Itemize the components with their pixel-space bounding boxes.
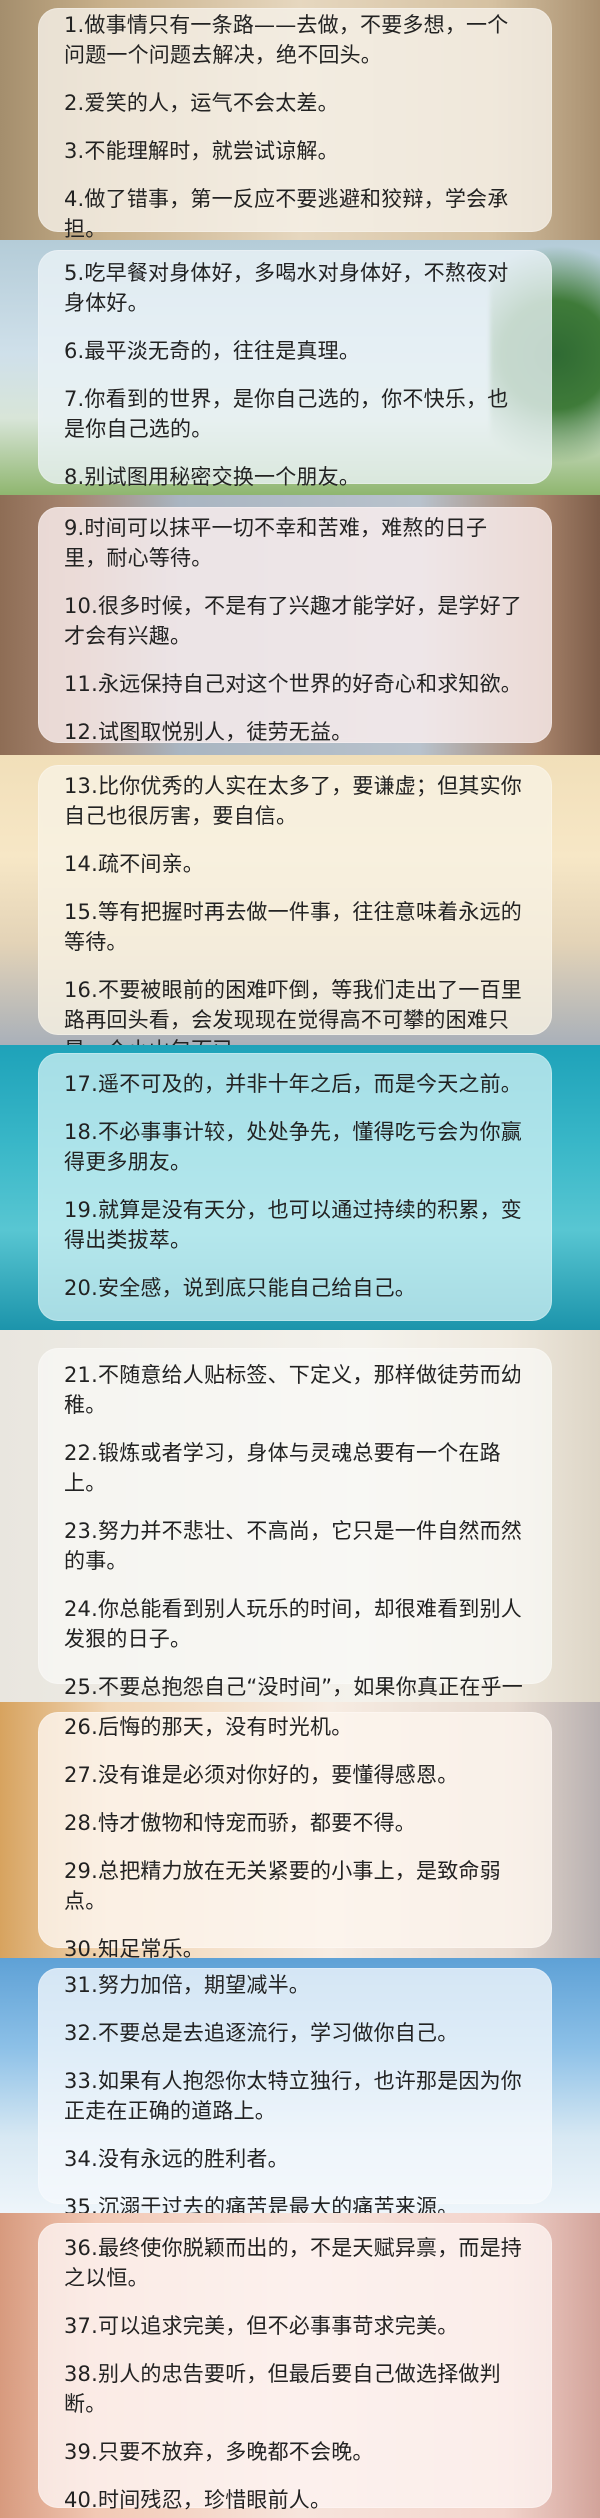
quote-item: 17.遥不可及的，并非十年之后，而是今天之前。: [64, 1072, 522, 1096]
quote-item: 27.没有谁是必须对你好的，要懂得感恩。: [64, 1763, 459, 1787]
section-7: 26.后悔的那天，没有时光机。 27.没有谁是必须对你好的，要懂得感恩。 28.…: [0, 1702, 600, 1958]
quote-list: 1.做事情只有一条路——去做，不要多想，一个问题一个问题去解决，绝不回头。 2.…: [64, 10, 524, 240]
quote-item: 22.锻炼或者学习，身体与灵魂总要有一个在路上。: [64, 1441, 501, 1495]
quote-item: 18.不必事事计较，处处争先，懂得吃亏会为你赢得更多朋友。: [64, 1120, 522, 1174]
quote-item: 32.不要总是去追逐流行，学习做你自己。: [64, 2021, 459, 2045]
quote-item: 31.努力加倍，期望减半。: [64, 1973, 310, 1997]
quote-list: 9.时间可以抹平一切不幸和苦难，难熬的日子里，耐心等待。 10.很多时候，不是有…: [64, 513, 524, 755]
quote-list: 5.吃早餐对身体好，多喝水对身体好，不熬夜对身体好。 6.最平淡无奇的，往往是真…: [64, 258, 524, 495]
quote-item: 8.别试图用秘密交换一个朋友。: [64, 465, 361, 489]
quote-item: 36.最终使你脱颖而出的，不是天赋异禀，而是持之以恒。: [64, 2236, 522, 2290]
quote-item: 33.如果有人抱怨你太特立独行，也许那是因为你正走在正确的道路上。: [64, 2069, 522, 2123]
quote-item: 14.疏不间亲。: [64, 852, 204, 876]
quote-item: 35.沉溺于过去的痛苦是最大的痛苦来源。: [64, 2195, 459, 2213]
quote-item: 3.不能理解时，就尝试谅解。: [64, 139, 339, 163]
quote-list: 13.比你优秀的人实在太多了，要谦虚；但其实你自己也很厉害，要自信。 14.疏不…: [64, 771, 524, 1045]
quote-item: 19.就算是没有天分，也可以通过持续的积累，变得出类拔萃。: [64, 1198, 522, 1252]
quote-item: 25.不要总抱怨自己“没时间”，如果你真正在乎一件事，总会挤出时间来。: [64, 1675, 523, 1699]
quote-item: 5.吃早餐对身体好，多喝水对身体好，不熬夜对身体好。: [64, 261, 509, 315]
quote-item: 2.爱笑的人，运气不会太差。: [64, 91, 339, 115]
quote-item: 26.后悔的那天，没有时光机。: [64, 1715, 353, 1739]
quote-item: 34.没有永远的胜利者。: [64, 2147, 289, 2171]
quote-item: 11.永远保持自己对这个世界的好奇心和求知欲。: [64, 672, 522, 696]
quote-list: 26.后悔的那天，没有时光机。 27.没有谁是必须对你好的，要懂得感恩。 28.…: [64, 1712, 524, 1958]
quote-item: 13.比你优秀的人实在太多了，要谦虚；但其实你自己也很厉害，要自信。: [64, 774, 522, 828]
quote-item: 10.很多时候，不是有了兴趣才能学好，是学好了才会有兴趣。: [64, 594, 522, 648]
quote-item: 39.只要不放弃，多晚都不会晚。: [64, 2440, 374, 2464]
quote-item: 1.做事情只有一条路——去做，不要多想，一个问题一个问题去解决，绝不回头。: [64, 13, 509, 67]
quote-item: 30.知足常乐。: [64, 1937, 204, 1958]
quote-item: 12.试图取悦别人，徒劳无益。: [64, 720, 353, 744]
quote-item: 6.最平淡无奇的，往往是真理。: [64, 339, 361, 363]
quote-list: 21.不随意给人贴标签、下定义，那样做徒劳而幼稚。 22.锻炼或者学习，身体与灵…: [64, 1360, 524, 1702]
quote-item: 28.恃才傲物和恃宠而骄，都要不得。: [64, 1811, 416, 1835]
section-6: 21.不随意给人贴标签、下定义，那样做徒劳而幼稚。 22.锻炼或者学习，身体与灵…: [0, 1330, 600, 1702]
quote-list: 36.最终使你脱颖而出的，不是天赋异禀，而是持之以恒。 37.可以追求完美，但不…: [64, 2233, 524, 2518]
quote-list: 31.努力加倍，期望减半。 32.不要总是去追逐流行，学习做你自己。 33.如果…: [64, 1970, 524, 2213]
section-4: 13.比你优秀的人实在太多了，要谦虚；但其实你自己也很厉害，要自信。 14.疏不…: [0, 755, 600, 1045]
section-3: 9.时间可以抹平一切不幸和苦难，难熬的日子里，耐心等待。 10.很多时候，不是有…: [0, 495, 600, 755]
quote-item: 16.不要被眼前的困难吓倒，等我们走出了一百里路再回头看，会发现现在觉得高不可攀…: [64, 978, 522, 1045]
section-1: 1.做事情只有一条路——去做，不要多想，一个问题一个问题去解决，绝不回头。 2.…: [0, 0, 600, 240]
quote-item: 40.时间残忍，珍惜眼前人。: [64, 2488, 332, 2512]
quote-item: 20.安全感，说到底只能自己给自己。: [64, 1276, 416, 1300]
quote-item: 38.别人的忠告要听，但最后要自己做选择做判断。: [64, 2362, 501, 2416]
quote-item: 21.不随意给人贴标签、下定义，那样做徒劳而幼稚。: [64, 1363, 522, 1417]
section-8: 31.努力加倍，期望减半。 32.不要总是去追逐流行，学习做你自己。 33.如果…: [0, 1958, 600, 2213]
quote-item: 37.可以追求完美，但不必事事苛求完美。: [64, 2314, 459, 2338]
section-9: 36.最终使你脱颖而出的，不是天赋异禀，而是持之以恒。 37.可以追求完美，但不…: [0, 2213, 600, 2518]
quote-item: 9.时间可以抹平一切不幸和苦难，难熬的日子里，耐心等待。: [64, 516, 488, 570]
section-2: 5.吃早餐对身体好，多喝水对身体好，不熬夜对身体好。 6.最平淡无奇的，往往是真…: [0, 240, 600, 495]
quote-list: 17.遥不可及的，并非十年之后，而是今天之前。 18.不必事事计较，处处争先，懂…: [64, 1069, 524, 1321]
quote-item: 29.总把精力放在无关紧要的小事上，是致命弱点。: [64, 1859, 501, 1913]
quote-item: 15.等有把握时再去做一件事，往往意味着永远的等待。: [64, 900, 522, 954]
quote-item: 23.努力并不悲壮、不高尚，它只是一件自然而然的事。: [64, 1519, 522, 1573]
quote-item: 24.你总能看到别人玩乐的时间，却很难看到别人发狠的日子。: [64, 1597, 522, 1651]
section-5: 17.遥不可及的，并非十年之后，而是今天之前。 18.不必事事计较，处处争先，懂…: [0, 1045, 600, 1330]
quote-item: 7.你看到的世界，是你自己选的，你不快乐，也是你自己选的。: [64, 387, 509, 441]
quote-item: 4.做了错事，第一反应不要逃避和狡辩，学会承担。: [64, 187, 509, 240]
